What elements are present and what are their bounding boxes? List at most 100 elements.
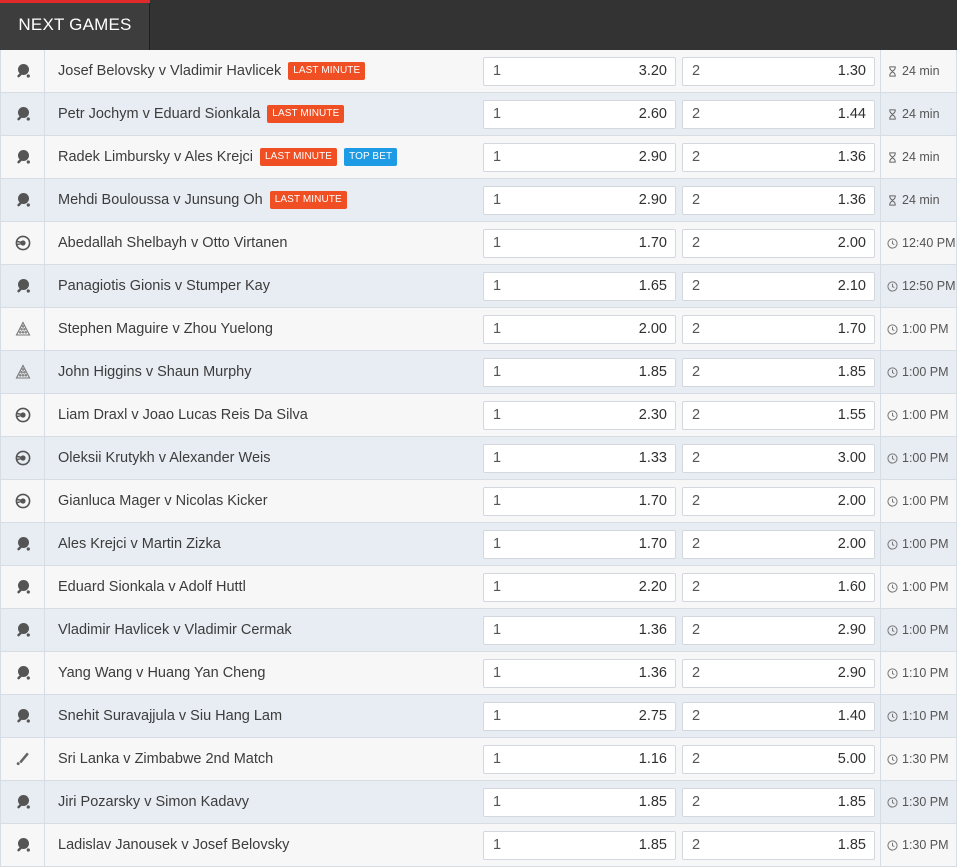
odd-selection-label: 1 <box>493 751 502 767</box>
clock-icon <box>887 839 902 851</box>
start-time: 1:00 PM <box>880 308 957 350</box>
match-name-cell[interactable]: Snehit Suravajjula v Siu Hang Lam <box>58 695 282 737</box>
odd-selection-label: 1 <box>493 708 502 724</box>
start-time: 1:30 PM <box>880 781 957 823</box>
odd-button-away[interactable]: 2 1.85 <box>682 831 875 860</box>
match-name[interactable]: Oleksii Krutykh v Alexander Weis <box>58 450 270 466</box>
match-name-cell[interactable]: Ales Krejci v Martin Zizka <box>58 523 221 565</box>
match-name-cell[interactable]: John Higgins v Shaun Murphy <box>58 351 251 393</box>
odd-value: 1.60 <box>837 579 866 595</box>
odd-button-home[interactable]: 1 1.65 <box>483 272 676 301</box>
odd-button-away[interactable]: 2 1.44 <box>682 100 875 129</box>
odd-button-away[interactable]: 2 1.70 <box>682 315 875 344</box>
odd-value: 1.33 <box>638 450 667 466</box>
match-name[interactable]: Ales Krejci v Martin Zizka <box>58 536 221 552</box>
match-name-cell[interactable]: Abedallah Shelbayh v Otto Virtanen <box>58 222 287 264</box>
match-name[interactable]: Ladislav Janousek v Josef Belovsky <box>58 837 289 853</box>
match-name-cell[interactable]: Mehdi Bouloussa v Junsung Oh LAST MINUTE <box>58 179 347 221</box>
match-name-cell[interactable]: Liam Draxl v Joao Lucas Reis Da Silva <box>58 394 308 436</box>
odd-button-home[interactable]: 1 1.70 <box>483 229 676 258</box>
match-name-cell[interactable]: Ladislav Janousek v Josef Belovsky <box>58 824 289 866</box>
match-name[interactable]: Gianluca Mager v Nicolas Kicker <box>58 493 268 509</box>
match-name-cell[interactable]: Panagiotis Gionis v Stumper Kay <box>58 265 270 307</box>
match-name-cell[interactable]: Oleksii Krutykh v Alexander Weis <box>58 437 270 479</box>
odd-button-home[interactable]: 1 1.70 <box>483 530 676 559</box>
match-name-cell[interactable]: Vladimir Havlicek v Vladimir Cermak <box>58 609 292 651</box>
odd-button-away[interactable]: 2 2.90 <box>682 659 875 688</box>
odd-selection-label: 1 <box>493 235 502 251</box>
match-name-cell[interactable]: Josef Belovsky v Vladimir Havlicek LAST M… <box>58 50 366 92</box>
match-name[interactable]: Josef Belovsky v Vladimir Havlicek <box>58 63 281 79</box>
match-name[interactable]: Radek Limbursky v Ales Krejci <box>58 149 253 165</box>
odd-button-away[interactable]: 2 1.85 <box>682 788 875 817</box>
match-name[interactable]: Jiri Pozarsky v Simon Kadavy <box>58 794 249 810</box>
match-name-cell[interactable]: Eduard Sionkala v Adolf Huttl <box>58 566 246 608</box>
match-name[interactable]: Liam Draxl v Joao Lucas Reis Da Silva <box>58 407 308 423</box>
odd-button-home[interactable]: 1 2.75 <box>483 702 676 731</box>
table-tennis-icon <box>1 93 45 135</box>
match-name[interactable]: Eduard Sionkala v Adolf Huttl <box>58 579 246 595</box>
odd-button-away[interactable]: 2 1.55 <box>682 401 875 430</box>
odd-button-away[interactable]: 2 1.36 <box>682 143 875 172</box>
start-time-label: 1:00 PM <box>902 494 949 508</box>
odd-button-away[interactable]: 2 3.00 <box>682 444 875 473</box>
match-name[interactable]: Mehdi Bouloussa v Junsung Oh <box>58 192 263 208</box>
odd-button-away[interactable]: 2 2.00 <box>682 530 875 559</box>
match-name[interactable]: Petr Jochym v Eduard Sionkala <box>58 106 260 122</box>
odd-button-home[interactable]: 1 2.90 <box>483 143 676 172</box>
match-name[interactable]: Sri Lanka v Zimbabwe 2nd Match <box>58 751 273 767</box>
odd-button-away[interactable]: 2 5.00 <box>682 745 875 774</box>
match-name-cell[interactable]: Petr Jochym v Eduard Sionkala LAST MINUTE <box>58 93 345 135</box>
match-name-cell[interactable]: Yang Wang v Huang Yan Cheng <box>58 652 265 694</box>
match-name[interactable]: Stephen Maguire v Zhou Yuelong <box>58 321 273 337</box>
odd-button-home[interactable]: 1 1.36 <box>483 616 676 645</box>
odd-button-home[interactable]: 1 1.33 <box>483 444 676 473</box>
odd-button-home[interactable]: 1 2.60 <box>483 100 676 129</box>
odd-button-away[interactable]: 2 1.85 <box>682 358 875 387</box>
odd-button-home[interactable]: 1 3.20 <box>483 57 676 86</box>
odd-button-home[interactable]: 1 2.20 <box>483 573 676 602</box>
start-time: 24 min <box>880 50 957 92</box>
match-name[interactable]: John Higgins v Shaun Murphy <box>58 364 251 380</box>
match-name[interactable]: Panagiotis Gionis v Stumper Kay <box>58 278 270 294</box>
match-name[interactable]: Abedallah Shelbayh v Otto Virtanen <box>58 235 287 251</box>
odd-value: 1.36 <box>638 665 667 681</box>
odd-value: 5.00 <box>837 751 866 767</box>
odd-button-home[interactable]: 1 2.90 <box>483 186 676 215</box>
odd-button-home[interactable]: 1 1.70 <box>483 487 676 516</box>
odd-button-home[interactable]: 1 1.85 <box>483 788 676 817</box>
odd-button-home[interactable]: 1 1.85 <box>483 831 676 860</box>
odd-value: 3.20 <box>638 63 667 79</box>
odd-button-home[interactable]: 1 2.30 <box>483 401 676 430</box>
odd-button-home[interactable]: 1 1.16 <box>483 745 676 774</box>
odd-button-away[interactable]: 2 2.10 <box>682 272 875 301</box>
odd-button-away[interactable]: 2 1.60 <box>682 573 875 602</box>
odd-button-away[interactable]: 2 1.30 <box>682 57 875 86</box>
match-name-cell[interactable]: Jiri Pozarsky v Simon Kadavy <box>58 781 249 823</box>
clock-icon <box>887 753 902 765</box>
odd-button-away[interactable]: 2 2.00 <box>682 229 875 258</box>
odd-selection-label: 1 <box>493 450 502 466</box>
odd-button-away[interactable]: 2 2.00 <box>682 487 875 516</box>
odd-button-home[interactable]: 1 1.36 <box>483 659 676 688</box>
odd-button-away[interactable]: 2 2.90 <box>682 616 875 645</box>
match-name-cell[interactable]: Radek Limbursky v Ales Krejci LAST MINUTE… <box>58 136 398 178</box>
odd-value: 1.36 <box>837 192 866 208</box>
match-name[interactable]: Vladimir Havlicek v Vladimir Cermak <box>58 622 292 638</box>
tab-next-games[interactable]: NEXT GAMES <box>0 0 150 50</box>
match-name-cell[interactable]: Stephen Maguire v Zhou Yuelong <box>58 308 273 350</box>
odd-button-away[interactable]: 2 1.36 <box>682 186 875 215</box>
match-name[interactable]: Snehit Suravajjula v Siu Hang Lam <box>58 708 282 724</box>
odd-selection-label: 1 <box>493 579 502 595</box>
table-tennis-icon <box>1 781 45 823</box>
clock-icon <box>887 409 902 421</box>
match-name-cell[interactable]: Gianluca Mager v Nicolas Kicker <box>58 480 268 522</box>
match-name[interactable]: Yang Wang v Huang Yan Cheng <box>58 665 265 681</box>
odd-button-away[interactable]: 2 1.40 <box>682 702 875 731</box>
game-row: Liam Draxl v Joao Lucas Reis Da Silva 1 2.… <box>0 394 957 437</box>
start-time: 1:30 PM <box>880 738 957 780</box>
match-name-cell[interactable]: Sri Lanka v Zimbabwe 2nd Match <box>58 738 273 780</box>
odd-button-home[interactable]: 1 2.00 <box>483 315 676 344</box>
odd-button-home[interactable]: 1 1.85 <box>483 358 676 387</box>
odd-value: 1.36 <box>638 622 667 638</box>
